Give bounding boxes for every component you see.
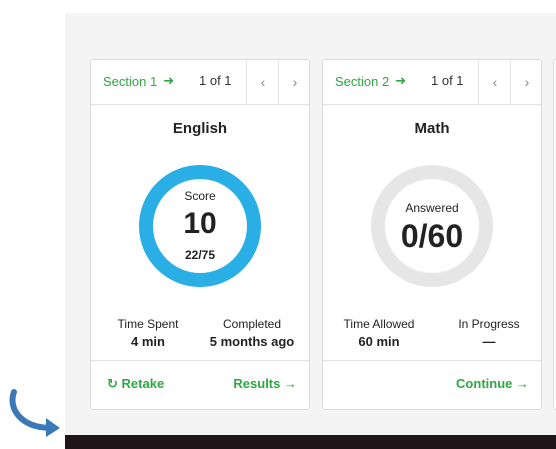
- curved-arrow-icon: [9, 389, 60, 437]
- stat-value: 60 min: [358, 334, 400, 349]
- time-spent-stat: Time Spent 4 min: [113, 317, 183, 349]
- next-button[interactable]: ›: [510, 60, 543, 104]
- section-1-link[interactable]: Section 1 ➜: [103, 73, 174, 89]
- prev-button[interactable]: ‹: [246, 60, 279, 104]
- prev-button[interactable]: ‹: [478, 60, 511, 104]
- continue-label: Continue: [456, 376, 513, 391]
- section-label: Section 1: [103, 73, 158, 89]
- stat-value: 4 min: [131, 334, 165, 349]
- arrow-right-icon: →: [284, 376, 297, 391]
- answered-value: 0/60: [400, 218, 464, 254]
- retake-button[interactable]: ↻ Retake: [107, 376, 164, 392]
- results-button[interactable]: Results →: [233, 376, 297, 391]
- page-count: 1 of 1: [431, 73, 464, 88]
- stat-label: Time Spent: [117, 317, 179, 331]
- score-fraction: 22/75: [184, 248, 216, 262]
- retake-label: Retake: [121, 376, 165, 391]
- arrow-right-icon: →: [516, 376, 529, 391]
- card-footer: Continue →: [323, 360, 541, 409]
- section-card-math: Section 2 ➜ 1 of 1 ‹ › Math Answered 0/6…: [322, 59, 542, 410]
- section-card-english: Section 1 ➜ 1 of 1 ‹ › English Score 10 …: [90, 59, 310, 410]
- stat-value: —: [482, 334, 496, 349]
- results-label: Results: [233, 376, 281, 391]
- refresh-icon: ↻: [107, 376, 118, 391]
- score-value: 10: [183, 207, 217, 240]
- section-2-link[interactable]: Section 2 ➜: [335, 73, 406, 89]
- stat-value: 5 months ago: [209, 334, 295, 349]
- arrow-right-icon: ➜: [163, 73, 175, 88]
- card-footer: ↻ Retake Results →: [91, 360, 309, 409]
- stat-label: Completed: [222, 317, 282, 331]
- next-button[interactable]: ›: [278, 60, 311, 104]
- time-allowed-stat: Time Allowed 60 min: [339, 317, 419, 349]
- stat-label: Time Allowed: [343, 317, 415, 331]
- in-progress-stat: In Progress —: [453, 317, 525, 349]
- page-count: 1 of 1: [199, 73, 232, 88]
- subject-title: English: [172, 120, 228, 137]
- chevron-left-icon: ‹: [492, 74, 498, 90]
- chevron-left-icon: ‹: [260, 74, 266, 90]
- ring-label: Score: [184, 189, 216, 203]
- stat-label: In Progress: [458, 317, 520, 331]
- arrow-right-icon: ➜: [395, 73, 407, 88]
- ring-label: Answered: [405, 201, 459, 215]
- subject-title: Math: [414, 120, 450, 137]
- card-header: Section 2 ➜ 1 of 1 ‹ ›: [323, 60, 541, 105]
- chevron-right-icon: ›: [524, 74, 530, 90]
- section-label: Section 2: [335, 73, 390, 89]
- completed-stat: Completed 5 months ago: [199, 317, 305, 349]
- chevron-right-icon: ›: [292, 74, 298, 90]
- continue-button[interactable]: Continue →: [456, 376, 529, 391]
- bottom-bar: [65, 435, 556, 449]
- card-header: Section 1 ➜ 1 of 1 ‹ ›: [91, 60, 309, 105]
